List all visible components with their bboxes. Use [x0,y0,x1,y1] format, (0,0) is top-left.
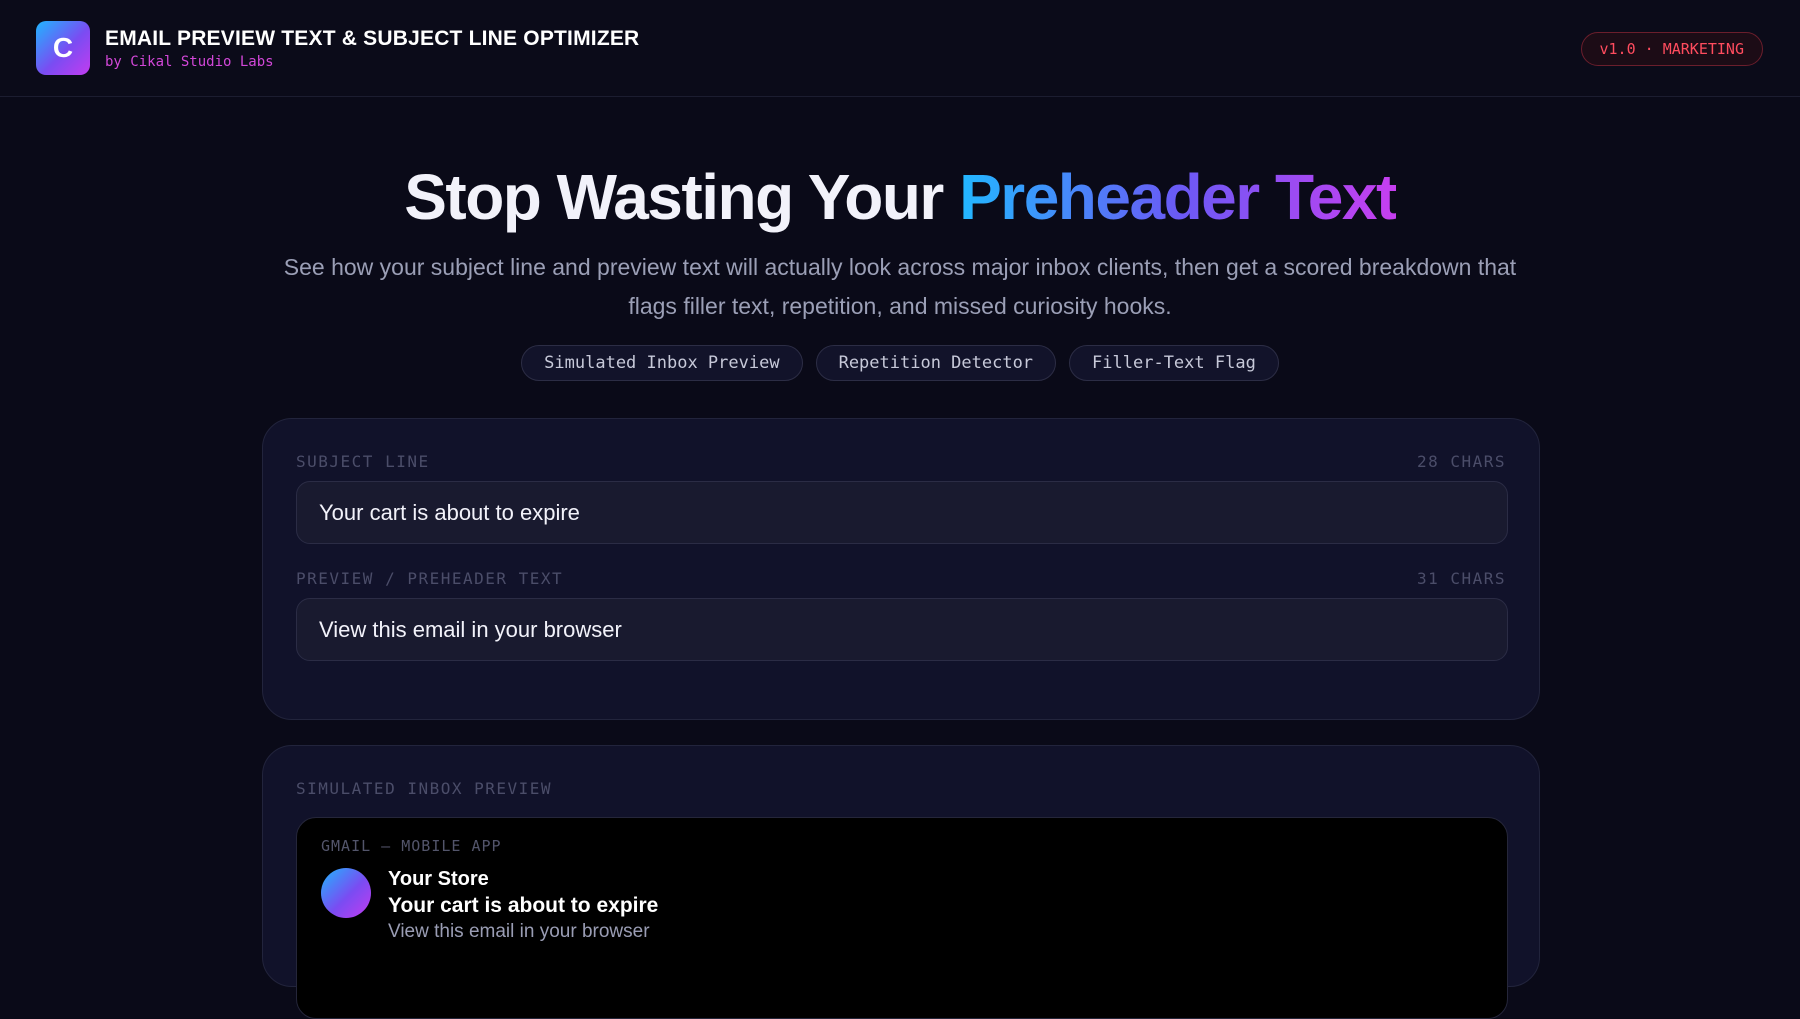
preview-subject: Your cart is about to expire [388,894,659,917]
chip-filler-text-flag: Filler-Text Flag [1069,345,1279,381]
subject-input[interactable]: Your cart is about to expire [296,481,1508,544]
input-panel: SUBJECT LINE 28 CHARS Your cart is about… [262,418,1540,720]
feature-chips: Simulated Inbox Preview Repetition Detec… [0,345,1800,381]
chip-simulated-inbox-preview: Simulated Inbox Preview [521,345,803,381]
subject-field-header: SUBJECT LINE 28 CHARS [296,452,1506,471]
chip-repetition-detector: Repetition Detector [815,345,1057,381]
preview-section-label: SIMULATED INBOX PREVIEW [296,779,553,798]
preheader-input[interactable]: View this email in your browser [296,598,1508,661]
preheader-char-count: 31 CHARS [1416,569,1506,588]
preview-sender: Your Store [388,868,489,890]
client-label: GMAIL — MOBILE APP [321,837,502,855]
subject-char-count: 28 CHARS [1416,452,1506,471]
preview-snippet: View this email in your browser [388,921,650,942]
hero-title-plain: Stop Wasting Your [404,161,960,233]
hero-title: Stop Wasting Your Preheader Text [0,160,1800,234]
hero-subtitle: See how your subject line and preview te… [283,254,1517,319]
hero-title-highlight: Preheader Text [959,161,1397,233]
subject-label: SUBJECT LINE [296,452,430,471]
app-logo: C [36,21,90,75]
logo-letter: C [52,32,74,63]
app-byline: by Cikal Studio Labs [105,54,274,70]
avatar [321,868,371,918]
inbox-preview-panel: SIMULATED INBOX PREVIEW GMAIL — MOBILE A… [262,745,1540,1019]
inbox-card-gmail-mobile: GMAIL — MOBILE APP Your Store Your cart … [296,817,1508,1019]
preheader-field-header: PREVIEW / PREHEADER TEXT 31 CHARS [296,569,1506,588]
app-header: C EMAIL PREVIEW TEXT & SUBJECT LINE OPTI… [0,0,1800,97]
app-title: EMAIL PREVIEW TEXT & SUBJECT LINE OPTIMI… [105,27,640,50]
version-badge: v1.0 · MARKETING [1580,32,1763,66]
preheader-label: PREVIEW / PREHEADER TEXT [296,569,564,588]
